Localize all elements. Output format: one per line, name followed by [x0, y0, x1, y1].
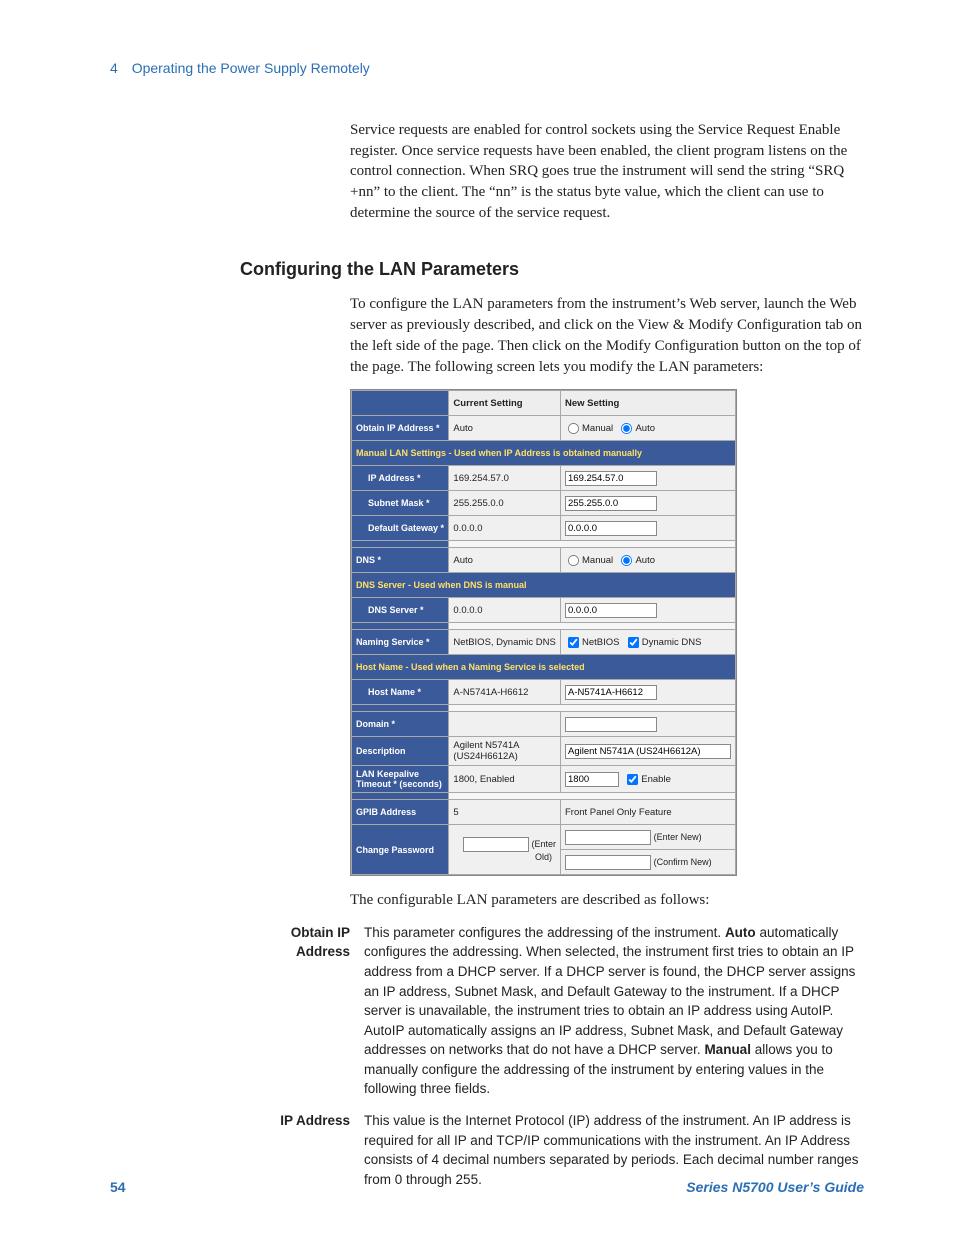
subnet-mask-input[interactable] [565, 496, 657, 511]
password-new-note: (Enter New) [654, 832, 706, 842]
dns-current: Auto [449, 548, 561, 573]
col-new-header: New Setting [561, 391, 736, 416]
dynamic-dns-checkbox[interactable] [628, 637, 639, 648]
dns-label: DNS * [352, 548, 449, 573]
def-obtain-ip-pre: This parameter configures the addressing… [364, 925, 725, 940]
dns-manual-label: Manual [582, 555, 613, 566]
page: 4 Operating the Power Supply Remotely Se… [0, 0, 954, 1235]
def-obtain-ip-auto: Auto [725, 925, 756, 940]
obtain-ip-manual-label: Manual [582, 423, 613, 434]
description-current: Agilent N5741A (US24H6612A) [449, 737, 561, 766]
password-confirm-input[interactable] [565, 855, 651, 870]
description-label: Description [352, 737, 449, 766]
obtain-ip-auto-label: Auto [635, 423, 655, 434]
def-term-ip-address: IP Address [240, 1111, 364, 1189]
gpib-note: Front Panel Only Feature [561, 800, 736, 825]
running-header: 4 Operating the Power Supply Remotely [110, 60, 864, 76]
naming-service-label: Naming Service * [352, 630, 449, 655]
keepalive-current: 1800, Enabled [449, 766, 561, 793]
def-obtain-ip-manual: Manual [704, 1042, 751, 1057]
dns-server-subheader: DNS Server - Used when DNS is manual [352, 573, 736, 598]
dynamic-dns-label: Dynamic DNS [642, 637, 702, 648]
dns-server-label: DNS Server * [352, 598, 449, 623]
def-obtain-ip-mid: automatically configures the addressing.… [364, 925, 855, 1057]
lan-config-dialog: Current Setting New Setting Obtain IP Ad… [350, 389, 737, 876]
blank-header [352, 391, 449, 416]
def-row-obtain-ip: Obtain IP Address This parameter configu… [240, 923, 864, 1099]
gpib-label: GPIB Address [352, 800, 449, 825]
obtain-ip-current: Auto [449, 416, 561, 441]
obtain-ip-label: Obtain IP Address * [352, 416, 449, 441]
ip-address-input[interactable] [565, 471, 657, 486]
hostname-subheader: Host Name - Used when a Naming Service i… [352, 655, 736, 680]
description-input[interactable] [565, 744, 731, 759]
password-confirm-note: (Confirm New) [654, 857, 716, 867]
obtain-ip-auto-radio[interactable] [621, 423, 632, 434]
col-current-header: Current Setting [449, 391, 561, 416]
domain-input[interactable] [565, 717, 657, 732]
definition-list: Obtain IP Address This parameter configu… [240, 923, 864, 1189]
default-gateway-current: 0.0.0.0 [449, 516, 561, 541]
obtain-ip-manual-radio[interactable] [568, 423, 579, 434]
def-desc-obtain-ip: This parameter configures the addressing… [364, 923, 864, 1099]
intro-paragraph-1: Service requests are enabled for control… [350, 120, 864, 223]
domain-current [449, 712, 561, 737]
def-row-ip-address: IP Address This value is the Internet Pr… [240, 1111, 864, 1189]
gpib-current: 5 [449, 800, 561, 825]
keepalive-label: LAN Keepalive Timeout * (seconds) [352, 766, 449, 793]
dns-server-input[interactable] [565, 603, 657, 618]
keepalive-input[interactable] [565, 772, 619, 787]
naming-service-new: NetBIOS Dynamic DNS [561, 630, 736, 655]
ip-address-label: IP Address * [352, 466, 449, 491]
hostname-input[interactable] [565, 685, 657, 700]
password-new-input[interactable] [565, 830, 651, 845]
dns-manual-radio[interactable] [568, 555, 579, 566]
def-desc-ip-address: This value is the Internet Protocol (IP)… [364, 1111, 864, 1189]
intro-paragraph-2: To configure the LAN parameters from the… [350, 294, 864, 377]
page-footer: 54 Series N5700 User’s Guide [110, 1179, 864, 1195]
password-old-note: (Enter Old) [531, 839, 556, 862]
chapter-title: Operating the Power Supply Remotely [132, 60, 370, 76]
domain-label: Domain * [352, 712, 449, 737]
def-term-obtain-ip: Obtain IP Address [240, 923, 364, 1099]
manual-lan-subheader: Manual LAN Settings - Used when IP Addre… [352, 441, 736, 466]
subnet-mask-label: Subnet Mask * [352, 491, 449, 516]
chapter-number: 4 [110, 60, 118, 76]
dns-auto-label: Auto [635, 555, 655, 566]
keepalive-enable-label: Enable [641, 774, 671, 785]
dns-server-current: 0.0.0.0 [449, 598, 561, 623]
change-password-label: Change Password [352, 825, 449, 875]
ip-address-current: 169.254.57.0 [449, 466, 561, 491]
hostname-label: Host Name * [352, 680, 449, 705]
followup-paragraph: The configurable LAN parameters are desc… [350, 890, 864, 911]
page-number: 54 [110, 1179, 126, 1195]
netbios-checkbox[interactable] [568, 637, 579, 648]
naming-service-current: NetBIOS, Dynamic DNS [449, 630, 561, 655]
netbios-label: NetBIOS [582, 637, 620, 648]
keepalive-enable-checkbox[interactable] [627, 774, 638, 785]
default-gateway-label: Default Gateway * [352, 516, 449, 541]
footer-title: Series N5700 User’s Guide [686, 1179, 864, 1195]
subnet-mask-current: 255.255.0.0 [449, 491, 561, 516]
dns-new: Manual Auto [561, 548, 736, 573]
section-heading: Configuring the LAN Parameters [240, 259, 864, 280]
hostname-current: A-N5741A-H6612 [449, 680, 561, 705]
obtain-ip-new: Manual Auto [561, 416, 736, 441]
password-old-input[interactable] [463, 837, 529, 852]
dns-auto-radio[interactable] [621, 555, 632, 566]
default-gateway-input[interactable] [565, 521, 657, 536]
